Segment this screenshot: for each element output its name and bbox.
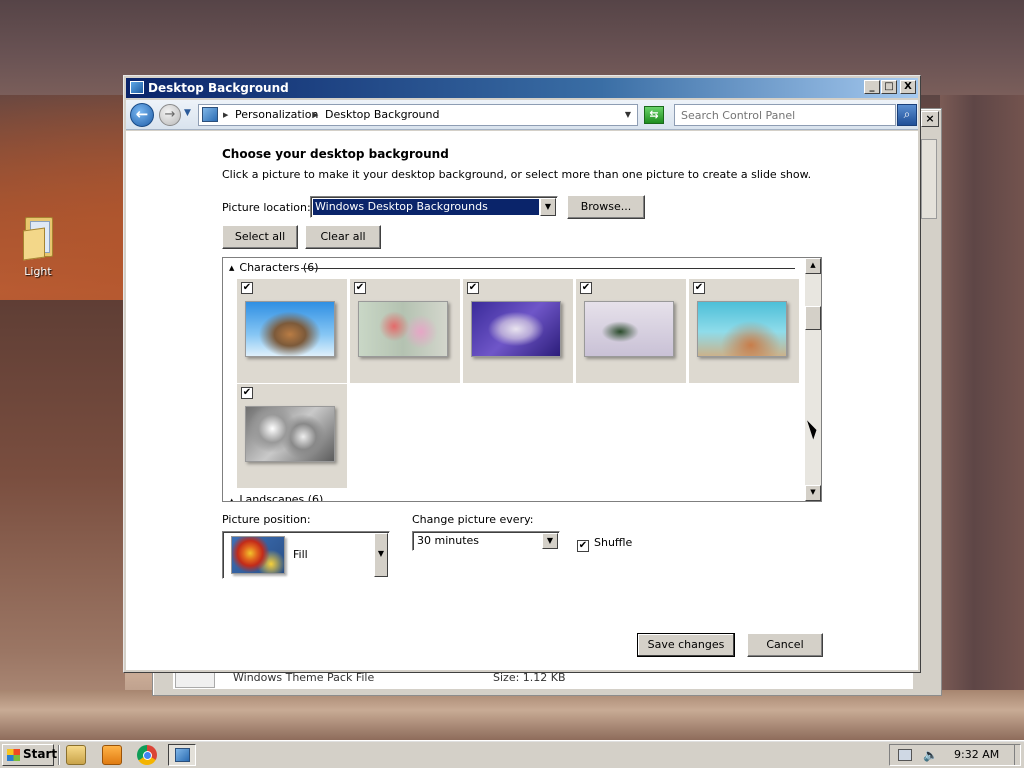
breadcrumb-personalization[interactable]: Personalization bbox=[235, 105, 318, 125]
network-icon[interactable] bbox=[898, 749, 912, 761]
picture-location-value: Windows Desktop Backgrounds bbox=[313, 199, 539, 215]
taskbar-separator bbox=[58, 745, 60, 765]
windows-logo-icon bbox=[7, 749, 20, 761]
picture-position-value: Fill bbox=[293, 548, 308, 561]
file-explorer-icon[interactable] bbox=[66, 745, 86, 765]
tile-checkbox[interactable]: ✔ bbox=[580, 282, 592, 294]
tile-checkbox[interactable]: ✔ bbox=[241, 387, 253, 399]
tile-checkbox[interactable]: ✔ bbox=[241, 282, 253, 294]
picture-tile-6[interactable]: ✔ bbox=[237, 384, 347, 488]
wallpaper-thumbnail bbox=[358, 301, 448, 357]
scrollbar[interactable] bbox=[921, 139, 937, 219]
history-dropdown-icon[interactable]: ▼ bbox=[184, 108, 191, 118]
tile-checkbox[interactable]: ✔ bbox=[354, 282, 366, 294]
chrome-icon[interactable] bbox=[137, 745, 157, 765]
picture-tile-5[interactable]: ✔ bbox=[689, 279, 799, 383]
folder-icon bbox=[21, 215, 55, 261]
breadcrumb-desktop-background[interactable]: Desktop Background bbox=[325, 105, 440, 125]
page-description: Click a picture to make it your desktop … bbox=[222, 168, 812, 181]
main-content: Choose your desktop background Click a p… bbox=[126, 131, 918, 670]
taskbar: Start 🔈 9:32 AM bbox=[0, 740, 1024, 768]
back-button[interactable]: ← bbox=[130, 103, 154, 127]
breadcrumb-separator-icon: ▶ bbox=[313, 111, 319, 119]
chevron-down-icon[interactable]: ▼ bbox=[374, 533, 388, 577]
address-dropdown-icon[interactable]: ▼ bbox=[625, 105, 631, 125]
page-title: Choose your desktop background bbox=[222, 147, 449, 161]
address-bar[interactable]: ▶ Personalization ▶ Desktop Background ▼ bbox=[198, 104, 638, 126]
wallpaper-thumbnail bbox=[245, 406, 335, 462]
clock[interactable]: 9:32 AM bbox=[954, 748, 999, 761]
start-button[interactable]: Start bbox=[2, 744, 58, 766]
refresh-button[interactable]: ⇆ bbox=[644, 106, 664, 124]
chevron-down-icon[interactable]: ▼ bbox=[540, 198, 556, 216]
wallpaper-rock-left bbox=[0, 300, 125, 740]
shuffle-label: Shuffle bbox=[594, 536, 633, 549]
group-header-landscapes[interactable]: ▲ Landscapes (6) bbox=[229, 493, 323, 502]
gallery-scrollbar[interactable]: ▲ ▼ bbox=[805, 258, 821, 501]
desktop-background-window: Desktop Background _ □ X ← → ▼ ▶ Persona… bbox=[123, 75, 921, 673]
chevron-down-icon[interactable]: ▼ bbox=[542, 533, 558, 549]
forward-button[interactable]: → bbox=[159, 104, 181, 126]
change-picture-select[interactable]: 30 minutes ▼ bbox=[412, 531, 560, 551]
minimize-button[interactable]: _ bbox=[864, 80, 880, 94]
control-panel-icon bbox=[175, 748, 190, 762]
collapse-icon: ▲ bbox=[229, 264, 235, 272]
system-tray: 🔈 9:32 AM bbox=[889, 744, 1021, 766]
wallpaper-rock-right bbox=[940, 95, 1024, 745]
control-panel-icon bbox=[130, 81, 144, 94]
title-bar[interactable]: Desktop Background _ □ X bbox=[126, 78, 918, 98]
start-label: Start bbox=[23, 747, 58, 761]
wallpaper-thumbnail bbox=[584, 301, 674, 357]
show-desktop-button[interactable] bbox=[1014, 745, 1022, 765]
change-picture-value: 30 minutes bbox=[417, 534, 480, 547]
control-panel-icon bbox=[202, 107, 218, 122]
save-changes-button[interactable]: Save changes bbox=[637, 633, 735, 657]
tile-checkbox[interactable]: ✔ bbox=[467, 282, 479, 294]
breadcrumb-separator-icon: ▶ bbox=[223, 111, 229, 119]
wallpaper-rock-bottom bbox=[0, 690, 1024, 740]
fill-preview-icon bbox=[231, 536, 285, 574]
picture-tile-2[interactable]: ✔ bbox=[350, 279, 460, 383]
picture-tile-3[interactable]: ✔ bbox=[463, 279, 573, 383]
clear-all-button[interactable]: Clear all bbox=[305, 225, 381, 249]
shuffle-checkbox[interactable]: ✔ Shuffle bbox=[577, 536, 632, 552]
close-icon[interactable]: × bbox=[921, 111, 939, 127]
collapse-icon: ▲ bbox=[229, 497, 235, 502]
picture-location-select[interactable]: Windows Desktop Backgrounds ▼ bbox=[310, 196, 558, 218]
media-player-icon[interactable] bbox=[102, 745, 122, 765]
search-icon[interactable]: ⌕ bbox=[897, 104, 917, 126]
picture-tile-1[interactable]: ✔ bbox=[237, 279, 347, 383]
group-divider bbox=[301, 268, 795, 269]
search-input[interactable] bbox=[674, 104, 896, 126]
picture-position-select[interactable]: Fill ▼ bbox=[222, 531, 390, 579]
wallpaper-thumbnail bbox=[245, 301, 335, 357]
navigation-bar: ← → ▼ ▶ Personalization ▶ Desktop Backgr… bbox=[126, 100, 918, 130]
picture-gallery[interactable]: ▲ Characters (6) ✔ ✔ ✔ ✔ ✔ ✔ ▲ Landscape… bbox=[222, 257, 822, 502]
tile-checkbox[interactable]: ✔ bbox=[693, 282, 705, 294]
cancel-button[interactable]: Cancel bbox=[747, 633, 823, 657]
picture-tile-4[interactable]: ✔ bbox=[576, 279, 686, 383]
scroll-down-icon[interactable]: ▼ bbox=[805, 485, 821, 501]
desktop-icon-label: Light bbox=[24, 265, 52, 278]
scroll-thumb[interactable] bbox=[805, 306, 821, 330]
maximize-button[interactable]: □ bbox=[881, 80, 897, 94]
volume-icon[interactable]: 🔈 bbox=[923, 748, 938, 762]
checkbox-check-icon: ✔ bbox=[577, 540, 589, 552]
select-all-button[interactable]: Select all bbox=[222, 225, 298, 249]
scroll-up-icon[interactable]: ▲ bbox=[805, 258, 821, 274]
close-button[interactable]: X bbox=[900, 80, 916, 94]
browse-button[interactable]: Browse... bbox=[567, 195, 645, 219]
picture-position-label: Picture position: bbox=[222, 513, 311, 526]
taskbar-control-panel-button[interactable] bbox=[168, 744, 196, 766]
desktop-icon-light[interactable]: Light bbox=[12, 215, 64, 278]
wallpaper-thumbnail bbox=[471, 301, 561, 357]
window-title: Desktop Background bbox=[148, 81, 289, 95]
wallpaper-thumbnail bbox=[697, 301, 787, 357]
change-picture-label: Change picture every: bbox=[412, 513, 534, 526]
picture-location-label: Picture location: bbox=[222, 201, 311, 214]
